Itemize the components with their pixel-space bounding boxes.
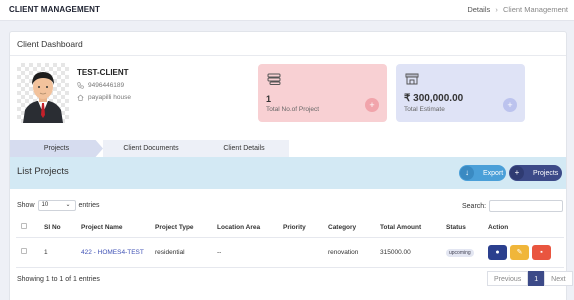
export-button[interactable]: ↓ Export bbox=[459, 165, 506, 181]
cell-sl-no: 1 bbox=[44, 237, 81, 268]
home-icon bbox=[77, 94, 84, 101]
total-estimate-card: ₹ 300,000.00 Total Estimate + bbox=[396, 64, 525, 122]
total-projects-value: 1 bbox=[266, 94, 272, 104]
download-icon: ↓ bbox=[460, 166, 474, 180]
col-total-amount[interactable]: Total Amount bbox=[380, 218, 446, 238]
col-category[interactable]: Category bbox=[328, 218, 380, 238]
breadcrumb: Details › Client Management bbox=[467, 5, 568, 14]
cell-total-amount: 315000.00 bbox=[380, 237, 446, 268]
search-label: Search: bbox=[462, 202, 487, 210]
search-input[interactable] bbox=[489, 200, 564, 212]
tab-projects[interactable]: Projects bbox=[10, 140, 103, 157]
total-projects-label: Total No.of Project bbox=[266, 106, 320, 113]
cell-location-area: -- bbox=[217, 237, 283, 268]
store-icon bbox=[405, 73, 419, 85]
client-dashboard-card: Client Dashboard TEST-CLIENT 9496446189 … bbox=[9, 31, 573, 300]
projects-table: Sl No Project Name Project Type Location… bbox=[16, 218, 564, 268]
breadcrumb-details[interactable]: Details bbox=[467, 5, 490, 14]
cell-priority bbox=[283, 237, 328, 268]
avatar bbox=[17, 63, 69, 123]
status-badge: upcoming bbox=[446, 248, 474, 257]
pagination: Previous 1 Next bbox=[487, 271, 573, 286]
phone-icon bbox=[77, 82, 84, 89]
tab-client-details[interactable]: Client Details bbox=[199, 140, 289, 157]
card-title: Client Dashboard bbox=[17, 39, 83, 49]
table-header-row: Sl No Project Name Project Type Location… bbox=[16, 218, 564, 238]
row-checkbox[interactable] bbox=[21, 248, 27, 254]
page-size-control: Show 10 ⌄ entries bbox=[17, 200, 100, 211]
layers-icon bbox=[267, 73, 281, 85]
chevron-down-icon: ⌄ bbox=[65, 202, 71, 208]
cell-project-type: residential bbox=[155, 237, 217, 268]
trash-icon: ▪ bbox=[540, 248, 543, 256]
col-priority[interactable]: Priority bbox=[283, 218, 328, 238]
col-status[interactable]: Status bbox=[446, 218, 488, 238]
total-estimate-label: Total Estimate bbox=[404, 106, 445, 113]
select-all-checkbox[interactable] bbox=[21, 223, 27, 230]
table-row: 1 422 - HOMES4-TEST residential -- renov… bbox=[16, 237, 564, 268]
person-icon bbox=[23, 72, 63, 123]
add-projects-button[interactable]: + Projects bbox=[509, 165, 562, 181]
page-1-button[interactable]: 1 bbox=[528, 271, 545, 286]
client-phone: 9496446189 bbox=[88, 82, 125, 89]
show-label: Show bbox=[17, 202, 35, 209]
next-button[interactable]: Next bbox=[544, 271, 573, 286]
eye-icon: ● bbox=[495, 248, 500, 256]
client-phone-row: 9496446189 bbox=[77, 82, 124, 89]
add-estimate-button[interactable]: + bbox=[503, 98, 517, 112]
row-actions: ● ✎ ▪ bbox=[488, 237, 564, 268]
total-projects-card: 1 Total No.of Project + bbox=[258, 64, 387, 122]
previous-button[interactable]: Previous bbox=[487, 271, 529, 286]
pencil-icon: ✎ bbox=[516, 248, 523, 256]
col-action: Action bbox=[488, 218, 564, 238]
add-project-button[interactable]: + bbox=[365, 98, 379, 112]
tab-bar: Projects Client Documents Client Details bbox=[10, 140, 289, 157]
page-size-select[interactable]: 10 ⌄ bbox=[37, 200, 76, 211]
client-address-row: payapilli house bbox=[77, 94, 131, 101]
view-button[interactable]: ● bbox=[488, 244, 507, 260]
col-project-type[interactable]: Project Type bbox=[155, 218, 217, 238]
col-location-area[interactable]: Location Area bbox=[217, 218, 283, 238]
search-control: Search: bbox=[462, 200, 564, 212]
client-name: TEST-CLIENT bbox=[77, 68, 129, 77]
col-project-name[interactable]: Project Name bbox=[81, 218, 155, 238]
list-projects-title: List Projects bbox=[17, 166, 69, 177]
page-size-value: 10 bbox=[41, 202, 49, 208]
list-projects-header: List Projects ↓ Export + Projects bbox=[10, 157, 566, 189]
edit-button[interactable]: ✎ bbox=[510, 244, 529, 260]
tab-client-documents[interactable]: Client Documents bbox=[103, 140, 199, 157]
delete-button[interactable]: ▪ bbox=[532, 244, 551, 260]
col-sl-no[interactable]: Sl No bbox=[44, 218, 81, 238]
client-address: payapilli house bbox=[88, 94, 132, 101]
projects-label: Projects bbox=[533, 169, 559, 177]
table-info: Showing 1 to 1 of 1 entries bbox=[17, 276, 100, 283]
project-name-link[interactable]: 422 - HOMES4-TEST bbox=[81, 237, 155, 268]
plus-icon: + bbox=[510, 166, 524, 180]
top-bar: CLIENT MANAGEMENT Details › Client Manag… bbox=[0, 0, 574, 21]
page-title: CLIENT MANAGEMENT bbox=[9, 5, 101, 14]
total-estimate-value: ₹ 300,000.00 bbox=[404, 93, 464, 104]
divider bbox=[10, 55, 566, 56]
export-label: Export bbox=[483, 169, 504, 177]
entries-label: entries bbox=[78, 202, 100, 209]
breadcrumb-separator: › bbox=[495, 5, 498, 14]
breadcrumb-current: Client Management bbox=[502, 5, 568, 14]
cell-category: renovation bbox=[328, 237, 380, 268]
